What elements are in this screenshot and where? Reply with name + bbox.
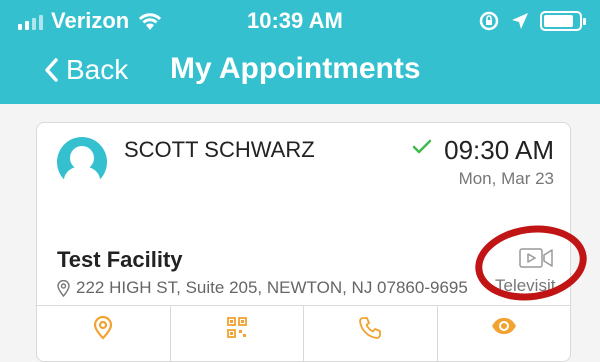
patient-name: SCOTT SCHWARZ <box>124 137 315 162</box>
avatar <box>57 137 107 187</box>
location-icon <box>512 13 528 29</box>
chevron-left-icon <box>45 58 58 82</box>
status-icons <box>478 10 586 32</box>
address-text: 222 HIGH ST, Suite 205, NEWTON, NJ 07860… <box>76 278 468 297</box>
view-details-button[interactable] <box>438 306 571 362</box>
page-title: My Appointments <box>170 52 421 85</box>
battery-icon <box>540 11 586 31</box>
phone-icon <box>359 317 382 339</box>
carrier-label: Verizon <box>51 8 130 33</box>
call-button[interactable] <box>304 306 438 362</box>
signal-icon <box>18 12 43 30</box>
eye-icon <box>491 318 516 334</box>
facility-name: Test Facility <box>57 247 183 272</box>
annotation-circle <box>470 218 592 308</box>
location-pin-icon <box>94 316 113 340</box>
facility-address: 222 HIGH ST, Suite 205, NEWTON, NJ 07860… <box>57 278 468 298</box>
appointment-time: 09:30 AM <box>444 135 554 165</box>
back-button[interactable]: Back <box>44 54 128 86</box>
nav-bar: Back My Appointments <box>0 40 600 104</box>
wifi-icon <box>139 13 162 30</box>
qr-code-button[interactable] <box>171 306 304 362</box>
rotation-lock-icon <box>479 11 499 31</box>
back-label: Back <box>66 54 129 85</box>
action-bar <box>37 305 570 362</box>
map-pin-icon <box>57 279 70 297</box>
carrier-group: Verizon <box>18 8 163 34</box>
appointment-date: Mon, Mar 23 <box>458 169 554 188</box>
appointment-card[interactable]: SCOTT SCHWARZ 09:30 AM Mon, Mar 23 Test … <box>36 122 592 362</box>
directions-button[interactable] <box>37 306 171 362</box>
qr-code-icon <box>226 317 247 338</box>
status-bar: Verizon 10:39 AM <box>0 0 600 40</box>
check-icon <box>412 139 432 154</box>
status-time: 10:39 AM <box>247 8 343 33</box>
